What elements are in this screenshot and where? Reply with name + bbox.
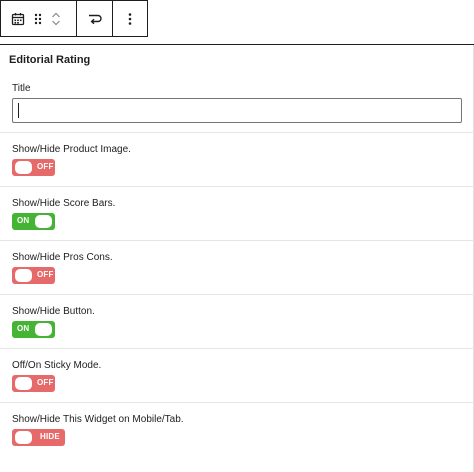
- toggle-knob: [15, 377, 32, 390]
- toggle-state-label: ON: [17, 324, 30, 333]
- setting-label-pros-cons: Show/Hide Pros Cons.: [12, 252, 113, 263]
- toggle-knob: [15, 431, 32, 444]
- toggle-sticky-mode[interactable]: OFF: [12, 375, 55, 392]
- transform-icon[interactable]: [87, 12, 103, 26]
- divider: [0, 294, 474, 295]
- divider: [0, 186, 474, 187]
- toggle-mobile-widget[interactable]: HIDE: [12, 429, 65, 446]
- divider: [0, 402, 474, 403]
- divider: [0, 132, 474, 133]
- toggle-pros-cons[interactable]: OFF: [12, 267, 55, 284]
- toggle-button[interactable]: ON: [12, 321, 55, 338]
- toggle-knob: [35, 323, 52, 336]
- calendar-icon[interactable]: [11, 12, 25, 26]
- block-mover: [51, 5, 61, 33]
- toggle-knob: [35, 215, 52, 228]
- setting-label-button: Show/Hide Button.: [12, 306, 95, 317]
- toggle-state-label: HIDE: [40, 432, 60, 441]
- toggle-state-label: OFF: [37, 270, 54, 279]
- toggle-state-label: ON: [17, 216, 30, 225]
- drag-handle-icon[interactable]: [33, 12, 43, 26]
- more-options-icon[interactable]: [128, 12, 132, 26]
- divider: [0, 348, 474, 349]
- toggle-product-image[interactable]: OFF: [12, 159, 55, 176]
- block-toolbar: [0, 0, 148, 37]
- move-down-icon[interactable]: [51, 19, 61, 27]
- panel-title: Editorial Rating: [9, 54, 91, 66]
- toggle-knob: [15, 269, 32, 282]
- setting-label-sticky-mode: Off/On Sticky Mode.: [12, 360, 102, 371]
- title-field-label: Title: [12, 83, 31, 94]
- toggle-state-label: OFF: [37, 162, 54, 171]
- editorial-rating-panel: Editorial Rating Title Show/Hide Product…: [0, 45, 474, 472]
- toggle-knob: [15, 161, 32, 174]
- block-toolbar-group-transform: [77, 1, 113, 36]
- block-toolbar-group-options: [113, 1, 147, 36]
- setting-label-score-bars: Show/Hide Score Bars.: [12, 198, 116, 209]
- divider: [0, 240, 474, 241]
- setting-label-mobile-widget: Show/Hide This Widget on Mobile/Tab.: [12, 414, 184, 425]
- move-up-icon[interactable]: [51, 11, 61, 19]
- toggle-state-label: OFF: [37, 378, 54, 387]
- toggle-score-bars[interactable]: ON: [12, 213, 55, 230]
- text-cursor: [18, 103, 19, 118]
- setting-label-product-image: Show/Hide Product Image.: [12, 144, 131, 155]
- block-toolbar-group-block: [1, 1, 77, 36]
- title-input[interactable]: [12, 98, 462, 123]
